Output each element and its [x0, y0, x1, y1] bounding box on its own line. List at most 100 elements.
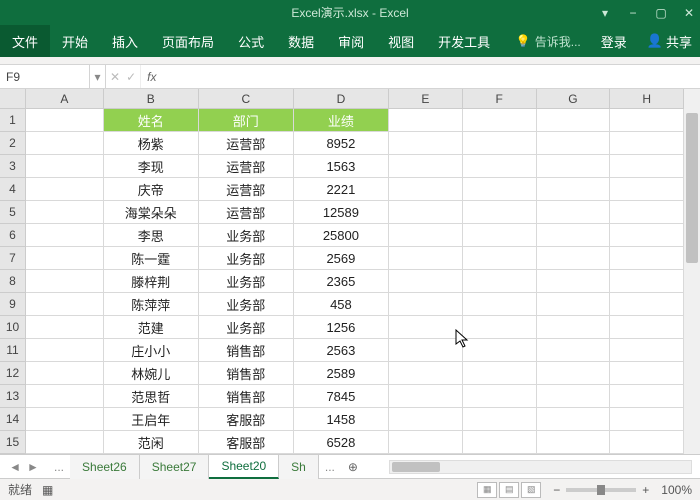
cell[interactable]	[26, 316, 104, 339]
col-header-C[interactable]: C	[199, 89, 294, 108]
cell[interactable]: 业务部	[199, 293, 294, 316]
cell[interactable]	[463, 385, 537, 408]
cell[interactable]: 业务部	[199, 270, 294, 293]
cell[interactable]: 海棠朵朵	[104, 201, 199, 224]
sheet-more-left[interactable]: ...	[48, 460, 70, 474]
vscroll-thumb[interactable]	[686, 113, 698, 263]
cell[interactable]: 业务部	[199, 224, 294, 247]
cell[interactable]	[610, 178, 684, 201]
tab-layout[interactable]: 页面布局	[150, 25, 226, 57]
cell[interactable]	[610, 201, 684, 224]
zoom-slider[interactable]	[566, 488, 636, 492]
cell[interactable]: 业绩	[294, 109, 389, 132]
tab-review[interactable]: 审阅	[326, 25, 376, 57]
zoom-out-button[interactable]: −	[553, 483, 560, 497]
cell[interactable]	[389, 201, 463, 224]
cell[interactable]	[610, 431, 684, 454]
cell[interactable]: 1458	[294, 408, 389, 431]
tab-file[interactable]: 文件	[0, 25, 50, 57]
row-header-7[interactable]: 7	[0, 247, 25, 270]
cell[interactable]	[463, 316, 537, 339]
cell[interactable]	[537, 362, 611, 385]
tab-insert[interactable]: 插入	[100, 25, 150, 57]
row-headers[interactable]: 123456789101112131415	[0, 109, 26, 454]
cell[interactable]	[610, 270, 684, 293]
row-header-2[interactable]: 2	[0, 132, 25, 155]
fx-icon[interactable]: fx	[141, 70, 162, 84]
cell[interactable]	[389, 155, 463, 178]
cell[interactable]	[26, 385, 104, 408]
col-header-F[interactable]: F	[463, 89, 537, 108]
cell[interactable]	[537, 247, 611, 270]
cell[interactable]: 滕梓荆	[104, 270, 199, 293]
cell[interactable]	[537, 293, 611, 316]
cell[interactable]	[463, 270, 537, 293]
cell[interactable]	[610, 155, 684, 178]
cell[interactable]	[537, 339, 611, 362]
cell[interactable]	[463, 201, 537, 224]
cell[interactable]	[389, 293, 463, 316]
cell[interactable]	[26, 201, 104, 224]
cell[interactable]	[610, 109, 684, 132]
page-layout-view-icon[interactable]: ▤	[499, 482, 519, 498]
cell[interactable]: 范建	[104, 316, 199, 339]
cell[interactable]: 7845	[294, 385, 389, 408]
cell[interactable]	[537, 132, 611, 155]
cell[interactable]	[389, 247, 463, 270]
cell[interactable]	[26, 431, 104, 454]
add-sheet-button[interactable]: ⊕	[341, 460, 365, 474]
zoom-level[interactable]: 100%	[661, 483, 692, 497]
cell[interactable]	[610, 385, 684, 408]
cell[interactable]: 范思哲	[104, 385, 199, 408]
cell[interactable]	[463, 155, 537, 178]
col-header-A[interactable]: A	[26, 89, 104, 108]
row-header-3[interactable]: 3	[0, 155, 25, 178]
cell[interactable]: 12589	[294, 201, 389, 224]
cell[interactable]	[463, 132, 537, 155]
cell[interactable]	[610, 339, 684, 362]
cell[interactable]	[389, 316, 463, 339]
cell[interactable]	[26, 293, 104, 316]
cell[interactable]	[463, 247, 537, 270]
login-button[interactable]: 登录	[589, 25, 639, 57]
cell[interactable]	[610, 247, 684, 270]
sheet-nav[interactable]: ◄ ►	[0, 460, 48, 474]
cell[interactable]: 2221	[294, 178, 389, 201]
sheet-tab-Sh[interactable]: Sh	[279, 455, 319, 479]
cell[interactable]: 业务部	[199, 247, 294, 270]
cell[interactable]: 运营部	[199, 201, 294, 224]
cell[interactable]	[537, 155, 611, 178]
col-header-D[interactable]: D	[294, 89, 389, 108]
cell[interactable]	[389, 224, 463, 247]
cell[interactable]	[537, 201, 611, 224]
cell[interactable]: 杨紫	[104, 132, 199, 155]
cell[interactable]	[537, 270, 611, 293]
cell[interactable]: 姓名	[104, 109, 199, 132]
row-header-10[interactable]: 10	[0, 316, 25, 339]
cell[interactable]	[610, 408, 684, 431]
cell[interactable]	[26, 132, 104, 155]
zoom-in-button[interactable]: +	[642, 483, 649, 497]
cell[interactable]	[26, 109, 104, 132]
cell[interactable]	[610, 293, 684, 316]
page-break-view-icon[interactable]: ▧	[521, 482, 541, 498]
cancel-icon[interactable]: ✕	[110, 70, 120, 84]
cell[interactable]: 458	[294, 293, 389, 316]
cell[interactable]: 庆帝	[104, 178, 199, 201]
cell[interactable]	[537, 385, 611, 408]
horizontal-scrollbar[interactable]	[389, 460, 692, 474]
cell[interactable]: 李现	[104, 155, 199, 178]
cell[interactable]: 1563	[294, 155, 389, 178]
row-header-12[interactable]: 12	[0, 362, 25, 385]
cell[interactable]	[389, 178, 463, 201]
cell[interactable]	[389, 408, 463, 431]
cell[interactable]	[463, 178, 537, 201]
cell[interactable]	[537, 316, 611, 339]
confirm-icon[interactable]: ✓	[126, 70, 136, 84]
sheet-prev-icon[interactable]: ◄	[9, 460, 21, 474]
cell[interactable]: 2563	[294, 339, 389, 362]
cell[interactable]	[537, 408, 611, 431]
row-header-1[interactable]: 1	[0, 109, 25, 132]
tab-data[interactable]: 数据	[276, 25, 326, 57]
cell[interactable]: 运营部	[199, 132, 294, 155]
